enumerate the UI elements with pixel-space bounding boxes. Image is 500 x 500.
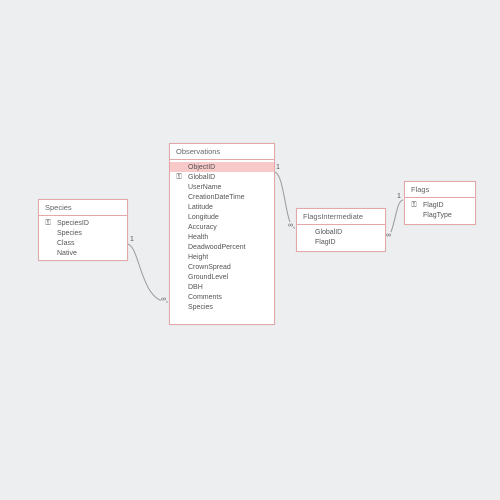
field-name: Accuracy: [188, 224, 217, 231]
entity-title[interactable]: Species: [39, 200, 127, 216]
field-name: Height: [188, 254, 208, 261]
entity-flagsint[interactable]: FlagsIntermediate GlobalID FlagID: [296, 208, 386, 252]
field-name: UserName: [188, 184, 221, 191]
field-row[interactable]: GroundLevel: [170, 272, 274, 282]
relationship-line[interactable]: [127, 244, 168, 302]
field-name: FlagID: [315, 239, 336, 246]
field-row[interactable]: UserName: [170, 182, 274, 192]
field-name: Species: [57, 230, 82, 237]
field-name: Comments: [188, 294, 222, 301]
field-list: ⚿ SpeciesID Species Class Native: [39, 216, 127, 260]
field-name: Longitude: [188, 214, 219, 221]
field-row[interactable]: Comments: [170, 292, 274, 302]
field-name: DBH: [188, 284, 203, 291]
field-name: GlobalID: [315, 229, 342, 236]
field-row[interactable]: Height: [170, 252, 274, 262]
er-diagram-canvas[interactable]: Species ⚿ SpeciesID Species Class Native Obser…: [0, 0, 500, 500]
field-name: FlagType: [423, 212, 452, 219]
field-row[interactable]: FlagType: [405, 210, 475, 220]
field-name: Health: [188, 234, 208, 241]
field-list: ⚿ FlagID FlagType: [405, 198, 475, 222]
cardinality-label: 1: [130, 236, 134, 243]
primary-key-icon: ⚿: [174, 174, 184, 181]
field-name: GlobalID: [188, 174, 215, 181]
field-row[interactable]: DeadwoodPercent: [170, 242, 274, 252]
field-name: Class: [57, 240, 75, 247]
entity-observations[interactable]: Observations ObjectID ⚿ GlobalID UserName Cre…: [169, 143, 275, 325]
field-list: ObjectID ⚿ GlobalID UserName CreationDateTim…: [170, 160, 274, 314]
field-name: CreationDateTime: [188, 194, 245, 201]
field-name: Species: [188, 304, 213, 311]
entity-title[interactable]: FlagsIntermediate: [297, 209, 385, 225]
field-row[interactable]: Class: [39, 238, 127, 248]
field-list: GlobalID FlagID: [297, 225, 385, 249]
relationship-line[interactable]: [274, 172, 295, 228]
field-name: CrownSpread: [188, 264, 231, 271]
field-name: GroundLevel: [188, 274, 228, 281]
field-row[interactable]: CreationDateTime: [170, 192, 274, 202]
field-row[interactable]: CrownSpread: [170, 262, 274, 272]
cardinality-label: ∞: [161, 296, 166, 303]
field-name: SpeciesID: [57, 220, 89, 227]
field-name: ObjectID: [188, 164, 215, 171]
cardinality-label: 1: [276, 164, 280, 171]
field-name: DeadwoodPercent: [188, 244, 246, 251]
primary-key-icon: ⚿: [409, 202, 419, 209]
entity-title[interactable]: Observations: [170, 144, 274, 160]
field-row[interactable]: Species: [170, 302, 274, 312]
field-name: Latitude: [188, 204, 213, 211]
field-row[interactable]: ⚿ FlagID: [405, 200, 475, 210]
field-name: FlagID: [423, 202, 444, 209]
field-row[interactable]: Health: [170, 232, 274, 242]
entity-species[interactable]: Species ⚿ SpeciesID Species Class Native: [38, 199, 128, 261]
field-row[interactable]: ⚿ GlobalID: [170, 172, 274, 182]
field-row[interactable]: Accuracy: [170, 222, 274, 232]
field-row[interactable]: ⚿ SpeciesID: [39, 218, 127, 228]
entity-title[interactable]: Flags: [405, 182, 475, 198]
field-row[interactable]: FlagID: [297, 237, 385, 247]
field-row[interactable]: Longitude: [170, 212, 274, 222]
field-row[interactable]: GlobalID: [297, 227, 385, 237]
field-row[interactable]: Species: [39, 228, 127, 238]
field-name: Native: [57, 250, 77, 257]
field-row[interactable]: DBH: [170, 282, 274, 292]
field-row[interactable]: ObjectID: [170, 162, 274, 172]
primary-key-icon: ⚿: [43, 220, 53, 227]
cardinality-label: ∞: [386, 232, 391, 239]
cardinality-label: ∞: [288, 222, 293, 229]
cardinality-label: 1: [397, 193, 401, 200]
field-row[interactable]: Latitude: [170, 202, 274, 212]
field-row[interactable]: Native: [39, 248, 127, 258]
entity-flags[interactable]: Flags ⚿ FlagID FlagType: [404, 181, 476, 225]
